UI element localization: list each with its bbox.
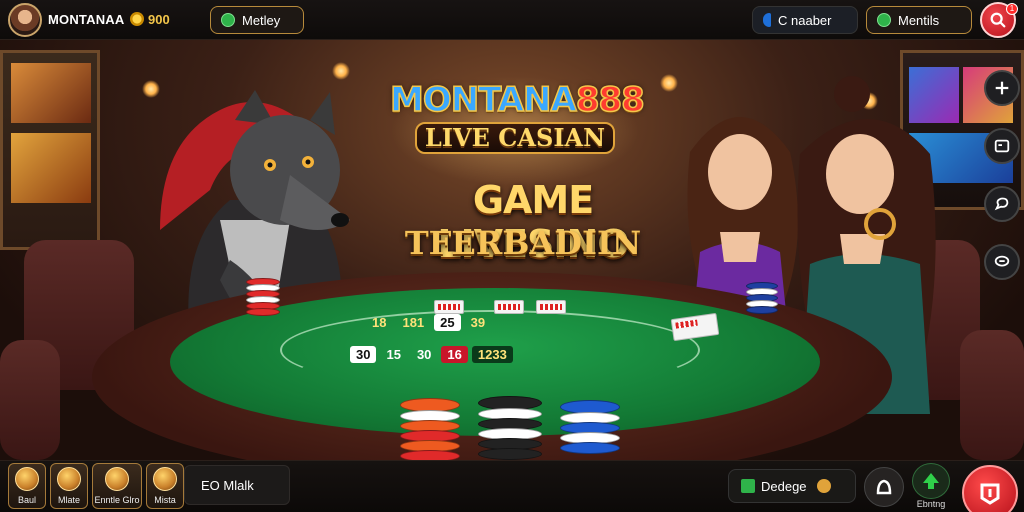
bet-cell[interactable]: 25 bbox=[434, 314, 461, 331]
chip-stack[interactable] bbox=[246, 278, 280, 316]
message-button[interactable] bbox=[984, 244, 1020, 280]
money-label: Metley bbox=[242, 12, 281, 28]
slot-machine-left bbox=[0, 50, 100, 250]
bet-cell[interactable]: 30 bbox=[411, 346, 437, 363]
play-button[interactable] bbox=[962, 465, 1018, 512]
menu-icon bbox=[877, 13, 891, 27]
card bbox=[494, 300, 524, 314]
search-icon bbox=[990, 12, 1006, 28]
arrow-up-icon bbox=[923, 473, 939, 489]
bet-cell[interactable]: 30 bbox=[350, 346, 377, 363]
chip-stack[interactable] bbox=[746, 282, 778, 314]
chair bbox=[960, 330, 1024, 460]
subheadline: TFERBADIIN bbox=[404, 224, 642, 262]
chair bbox=[0, 340, 60, 460]
add-button[interactable] bbox=[984, 70, 1020, 106]
game-label: Mlate bbox=[57, 495, 80, 505]
chat-icon bbox=[994, 197, 1009, 211]
message-icon bbox=[994, 255, 1010, 267]
screen-icon bbox=[994, 139, 1010, 153]
card bbox=[434, 300, 464, 314]
number-label: C naaber bbox=[778, 12, 832, 28]
game-tile[interactable]: Baul bbox=[8, 463, 46, 509]
number-button[interactable]: C naaber bbox=[752, 6, 858, 34]
avatar[interactable] bbox=[8, 3, 42, 37]
chat-button[interactable] bbox=[984, 186, 1020, 222]
username: MONTANAA bbox=[48, 12, 125, 27]
menu-label: Mentils bbox=[898, 12, 940, 28]
lamp-icon bbox=[332, 62, 350, 80]
coin-icon bbox=[816, 479, 831, 493]
bet-cell[interactable]: 18 bbox=[366, 314, 392, 331]
game-info-panel[interactable]: EO Mlalk bbox=[184, 465, 290, 505]
money-button[interactable]: Metley bbox=[210, 6, 304, 34]
screen-button[interactable] bbox=[984, 128, 1020, 164]
plus-icon bbox=[995, 81, 1009, 95]
shield-icon bbox=[980, 483, 1000, 505]
game-tile[interactable]: Mlate bbox=[50, 463, 88, 509]
bet-cell[interactable]: 181 bbox=[396, 314, 430, 331]
menu-button[interactable]: Mentils bbox=[866, 6, 972, 34]
game-label: Baul bbox=[17, 495, 36, 505]
bet-row-top[interactable]: 18 181 25 39 bbox=[366, 314, 491, 331]
dealer-button[interactable]: Dedege bbox=[728, 469, 856, 503]
bonus-label: Ebntng bbox=[916, 499, 946, 509]
game-icon bbox=[105, 467, 129, 491]
dealer-label: Dedege bbox=[761, 478, 807, 494]
game-icon bbox=[57, 467, 81, 491]
bonus-button[interactable] bbox=[912, 463, 950, 499]
bottom-bar: Baul Mlate Enntle Glro Mista EO Mlalk De… bbox=[0, 460, 1024, 512]
game-icon bbox=[153, 467, 177, 491]
game-tile[interactable]: Enntle Glro bbox=[92, 463, 142, 509]
number-icon bbox=[763, 13, 771, 27]
bet-cell[interactable]: 1233 bbox=[471, 346, 513, 363]
logo-subtitle: LIVE CASIAN bbox=[415, 122, 615, 154]
game-label: Mista bbox=[154, 495, 176, 505]
user-icon bbox=[876, 479, 892, 495]
logo-title: MONTANA888 bbox=[389, 79, 645, 121]
bet-row-bottom[interactable]: 30 15 30 16 1233 bbox=[350, 346, 513, 363]
notification-badge: 1 bbox=[1006, 3, 1018, 15]
money-icon bbox=[221, 13, 235, 27]
bet-cell[interactable]: 15 bbox=[380, 346, 406, 363]
chip-stack-blue[interactable] bbox=[560, 400, 620, 454]
chip-stack-black[interactable] bbox=[478, 396, 542, 460]
game-tile[interactable]: Mista bbox=[146, 463, 184, 509]
game-label: Enntle Glro bbox=[94, 495, 140, 505]
live-casino-scene: MONTANA888 LIVE CASIAN GAME LIVESINO TFE… bbox=[0, 40, 1024, 460]
top-bar: MONTANAA 900 Metley C naaber Mentils 1 bbox=[0, 0, 1024, 40]
card bbox=[536, 300, 566, 314]
bet-cell[interactable]: 39 bbox=[465, 314, 491, 331]
lamp-icon bbox=[660, 74, 678, 92]
dealer-icon bbox=[741, 479, 755, 493]
coin-balance: 900 bbox=[148, 12, 170, 27]
coin-icon bbox=[130, 12, 144, 26]
bet-cell[interactable]: 16 bbox=[441, 346, 468, 363]
chip-stack-orange[interactable] bbox=[400, 398, 460, 460]
profile-button[interactable] bbox=[864, 467, 904, 507]
game-icon bbox=[15, 467, 39, 491]
